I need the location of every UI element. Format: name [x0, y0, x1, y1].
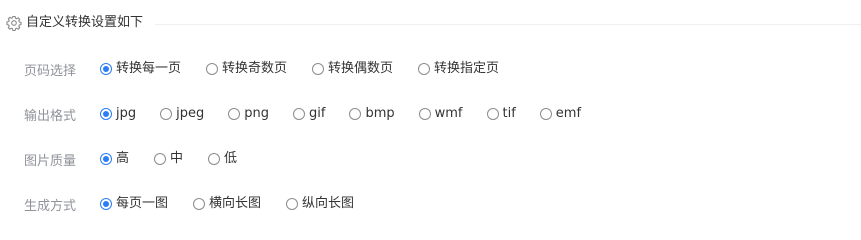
page-select-radio-group: 转换每一页 转换奇数页 转换偶数页 转换指定页: [100, 59, 499, 79]
radio-option-jpeg[interactable]: jpeg: [160, 104, 204, 124]
generate-mode-row: 生成方式 每页一图 横向长图 纵向长图: [24, 194, 354, 214]
option-label: 转换指定页: [434, 61, 500, 76]
gear-icon: [6, 15, 22, 31]
radio-option-even-pages[interactable]: 转换偶数页: [312, 59, 393, 79]
radio-option-quality-medium[interactable]: 中: [154, 149, 183, 169]
header-divider: [155, 24, 861, 25]
section-header: 自定义转换设置如下: [6, 13, 143, 33]
radio-button[interactable]: [293, 108, 305, 120]
radio-option-odd-pages[interactable]: 转换奇数页: [206, 59, 287, 79]
radio-button[interactable]: [100, 108, 112, 120]
generate-mode-label: 生成方式: [24, 198, 77, 214]
option-label: 转换奇数页: [222, 61, 288, 76]
radio-button[interactable]: [100, 63, 112, 75]
radio-option-one-per-page[interactable]: 每页一图: [100, 194, 168, 214]
option-label: wmf: [434, 106, 463, 121]
image-quality-row: 图片质量 高 中 低: [24, 149, 237, 169]
option-label: tif: [502, 106, 516, 121]
radio-option-emf[interactable]: emf: [539, 104, 582, 124]
option-label: 低: [224, 151, 238, 166]
conversion-settings-panel: 自定义转换设置如下 页码选择 转换每一页 转换奇数页 转换偶数页 转换指定页 输…: [0, 0, 861, 231]
radio-button[interactable]: [154, 153, 167, 165]
option-label: 横向长图: [209, 196, 262, 211]
radio-option-horizontal-long[interactable]: 横向长图: [193, 194, 261, 214]
radio-button[interactable]: [539, 108, 552, 120]
output-format-label: 输出格式: [24, 108, 77, 124]
radio-option-gif[interactable]: gif: [293, 104, 325, 124]
radio-option-quality-high[interactable]: 高: [100, 149, 129, 169]
radio-option-specified-pages[interactable]: 转换指定页: [418, 59, 499, 79]
page-select-label: 页码选择: [24, 63, 77, 79]
radio-option-jpg[interactable]: jpg: [100, 104, 136, 124]
section-title: 自定义转换设置如下: [26, 15, 144, 30]
option-label: emf: [555, 106, 582, 121]
radio-button[interactable]: [208, 153, 221, 165]
option-label: 转换每一页: [116, 61, 182, 76]
option-label: gif: [309, 106, 326, 121]
generate-mode-radio-group: 每页一图 横向长图 纵向长图: [100, 194, 354, 214]
radio-option-wmf[interactable]: wmf: [418, 104, 463, 124]
radio-option-vertical-long[interactable]: 纵向长图: [286, 194, 354, 214]
radio-button[interactable]: [418, 63, 431, 75]
radio-button[interactable]: [349, 108, 362, 120]
radio-button[interactable]: [418, 108, 431, 120]
option-label: 中: [170, 151, 184, 166]
radio-button[interactable]: [193, 198, 206, 210]
radio-button[interactable]: [206, 63, 219, 75]
radio-option-bmp[interactable]: bmp: [349, 104, 395, 124]
radio-option-quality-low[interactable]: 低: [208, 149, 237, 169]
radio-button[interactable]: [312, 63, 325, 75]
option-label: bmp: [365, 106, 395, 121]
radio-button[interactable]: [160, 108, 173, 120]
option-label: jpeg: [176, 106, 205, 121]
radio-button[interactable]: [286, 198, 299, 210]
option-label: 高: [116, 151, 130, 166]
image-quality-radio-group: 高 中 低: [100, 149, 237, 169]
option-label: 转换偶数页: [328, 61, 394, 76]
option-label: 纵向长图: [302, 196, 355, 211]
radio-button[interactable]: [100, 153, 112, 165]
option-label: jpg: [116, 106, 137, 121]
radio-option-tif[interactable]: tif: [486, 104, 516, 124]
radio-button[interactable]: [228, 108, 241, 120]
output-format-radio-group: jpg jpeg png gif bmp wmf tif emf: [100, 104, 581, 124]
radio-button[interactable]: [100, 198, 112, 210]
page-select-row: 页码选择 转换每一页 转换奇数页 转换偶数页 转换指定页: [24, 59, 499, 79]
option-label: 每页一图: [116, 196, 169, 211]
radio-option-png[interactable]: png: [228, 104, 269, 124]
output-format-row: 输出格式 jpg jpeg png gif bmp wmf tif emf: [24, 104, 581, 124]
radio-button[interactable]: [486, 108, 499, 120]
radio-option-all-pages[interactable]: 转换每一页: [100, 59, 181, 79]
option-label: png: [244, 106, 269, 121]
image-quality-label: 图片质量: [24, 153, 77, 169]
